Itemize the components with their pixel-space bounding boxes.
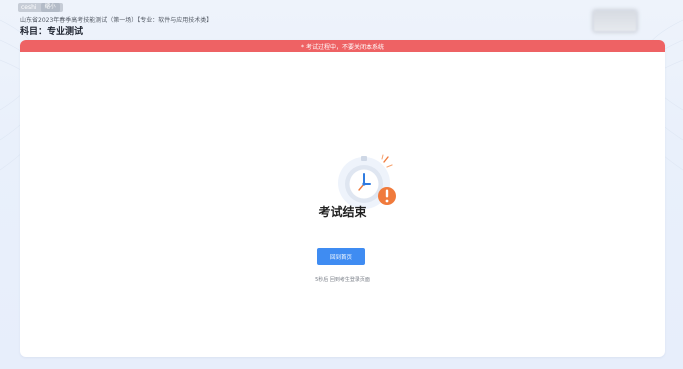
minimize-button[interactable]: 缩小 [40, 3, 60, 12]
exam-finished-title: 考试结束 [318, 205, 367, 219]
user-name: ceshi [21, 4, 37, 11]
user-tag: ceshi 缩小 [18, 3, 63, 12]
blurred-candidate-photo [594, 11, 636, 31]
subject-title: 科目：专业测试 [20, 27, 84, 37]
warning-bar: * 考试过程中，不要关闭本系统 [20, 40, 665, 52]
top-header: ceshi 缩小 山东省2023年春季高考技能测试（第一场）【专业：软件与应用技… [0, 0, 683, 40]
exam-title: 山东省2023年春季高考技能测试（第一场）【专业：软件与应用技术类】 [20, 17, 213, 24]
back-to-home-button[interactable]: 回到首页 [317, 248, 365, 265]
redirect-countdown-text: 5秒后 回到考生登录页面 [315, 277, 370, 283]
exam-finished-panel: * 考试过程中，不要关闭本系统 考试结束 回到首页 5秒后 回到考生登录页面 [20, 40, 665, 357]
warning-text: * 考试过程中，不要关闭本系统 [301, 43, 384, 51]
